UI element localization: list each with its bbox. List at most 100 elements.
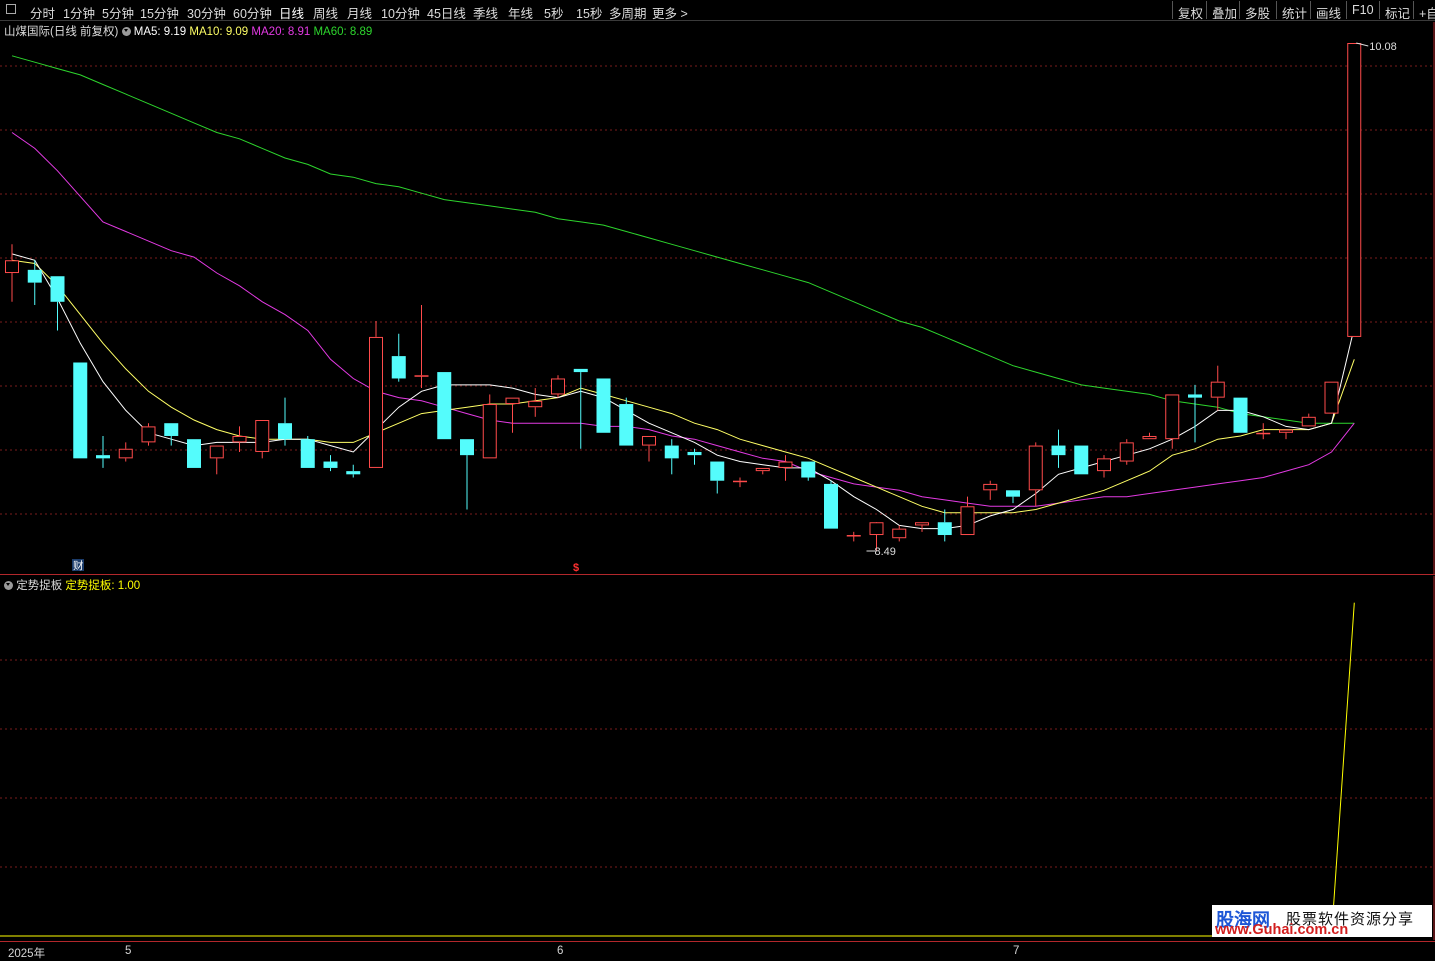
- candle-body: [1233, 397, 1248, 433]
- x-axis-line: [0, 941, 1435, 942]
- tool-button-6[interactable]: 标记: [1379, 1, 1414, 21]
- candle-body: [1028, 445, 1043, 491]
- candle-body: [687, 451, 702, 456]
- period-tab-16[interactable]: 更多 >: [652, 3, 688, 22]
- candle-41: [937, 509, 952, 542]
- candle-11: [255, 420, 270, 459]
- candle-17: [391, 333, 406, 382]
- tool-button-5[interactable]: F10: [1346, 1, 1378, 19]
- period-tab-12[interactable]: 年线: [508, 3, 533, 22]
- candle-body: [369, 336, 383, 468]
- candle-body: [118, 448, 133, 459]
- candle-34: [778, 455, 793, 481]
- finance-marker: 财: [73, 559, 84, 572]
- tool-button-4[interactable]: 画线: [1310, 1, 1345, 21]
- candle-body: [27, 269, 42, 283]
- candle-body: [869, 522, 884, 536]
- candle-body: [141, 426, 156, 443]
- candle-52: [1188, 384, 1202, 443]
- candle-body: [937, 522, 952, 536]
- x-label-may: 5: [125, 945, 132, 957]
- candle-58: [1324, 381, 1339, 414]
- candle-body: [710, 461, 725, 481]
- candle-body: [209, 445, 224, 459]
- tool-button-1[interactable]: 叠加: [1206, 1, 1241, 21]
- candle-body: [573, 368, 588, 373]
- candle-body: [50, 276, 65, 302]
- candle-body: [733, 480, 747, 483]
- candle-body: [96, 455, 110, 459]
- period-tab-7[interactable]: 周线: [313, 3, 338, 22]
- period-tab-13[interactable]: 5秒: [544, 3, 563, 22]
- candle-body: [346, 471, 361, 475]
- candle-2: [50, 276, 65, 331]
- period-tab-0[interactable]: 分时: [30, 3, 55, 22]
- candle-body: [1279, 429, 1293, 433]
- period-tab-5[interactable]: 60分钟: [233, 3, 272, 22]
- tool-button-7[interactable]: +自: [1413, 1, 1435, 21]
- candle-body: [505, 397, 520, 405]
- candle-28: [642, 435, 656, 462]
- candle-body: [1347, 43, 1362, 337]
- candle-19: [437, 372, 452, 440]
- indicator-chart[interactable]: [0, 576, 1435, 940]
- candle-body: [1210, 381, 1225, 398]
- candle-body: [551, 378, 565, 395]
- indicator-line: [0, 602, 1355, 937]
- candle-59: [1347, 43, 1362, 337]
- candle-50: [1142, 432, 1157, 440]
- period-tab-4[interactable]: 30分钟: [187, 3, 226, 22]
- candle-body: [482, 404, 497, 459]
- candle-body: [164, 423, 179, 436]
- period-tab-14[interactable]: 15秒: [576, 3, 602, 22]
- candle-3: [73, 362, 88, 459]
- candle-49: [1119, 439, 1134, 465]
- candle-31: [710, 461, 725, 494]
- candle-body: [642, 435, 656, 446]
- guhai-watermark: 股海网 股票软件资源分享 www.Guhai.com.cn: [1212, 905, 1432, 938]
- period-tab-11[interactable]: 季线: [473, 3, 498, 22]
- tool-button-3[interactable]: 统计: [1276, 1, 1311, 21]
- candle-body: [960, 506, 975, 536]
- candlestick-chart[interactable]: 10.08 8.49 财 $: [0, 22, 1435, 575]
- dividend-marker: $: [573, 562, 579, 574]
- candle-10: [232, 426, 247, 452]
- candle-body: [73, 362, 88, 459]
- tool-button-2[interactable]: 多股: [1239, 1, 1274, 21]
- candle-body: [1074, 445, 1089, 475]
- candle-body: [983, 483, 998, 491]
- candle-16: [369, 320, 383, 468]
- candle-1: [27, 260, 42, 305]
- candle-body: [414, 375, 429, 377]
- period-tab-9[interactable]: 10分钟: [381, 3, 420, 22]
- candle-8: [187, 439, 201, 468]
- ma10-line: [11, 259, 1355, 514]
- candle-23: [528, 388, 543, 417]
- candle-body: [323, 461, 338, 468]
- candle-body: [1006, 490, 1020, 497]
- candle-35: [801, 461, 816, 481]
- candle-24: [551, 375, 565, 398]
- period-tab-3[interactable]: 15分钟: [140, 3, 179, 22]
- candle-body: [278, 423, 292, 440]
- candle-33: [755, 467, 770, 475]
- candle-body: [619, 404, 634, 446]
- candle-20: [460, 439, 474, 510]
- period-tab-8[interactable]: 月线: [347, 3, 372, 22]
- period-tab-1[interactable]: 1分钟: [63, 3, 95, 22]
- candle-body: [1188, 394, 1202, 398]
- low-price-label: 8.49: [875, 546, 896, 558]
- candle-43: [983, 480, 998, 500]
- candle-body: [300, 439, 315, 468]
- menu-square-icon[interactable]: [6, 4, 16, 14]
- candle-9: [209, 445, 224, 475]
- period-tab-10[interactable]: 45日线: [427, 3, 466, 22]
- period-tab-15[interactable]: 多周期: [609, 3, 647, 22]
- x-label-jul: 7: [1013, 945, 1020, 957]
- candle-body: [1051, 445, 1066, 456]
- candle-57: [1301, 413, 1316, 427]
- period-tab-6[interactable]: 日线: [279, 3, 304, 22]
- tool-button-0[interactable]: 复权: [1172, 1, 1207, 21]
- period-tab-2[interactable]: 5分钟: [102, 3, 134, 22]
- candle-body: [528, 400, 543, 408]
